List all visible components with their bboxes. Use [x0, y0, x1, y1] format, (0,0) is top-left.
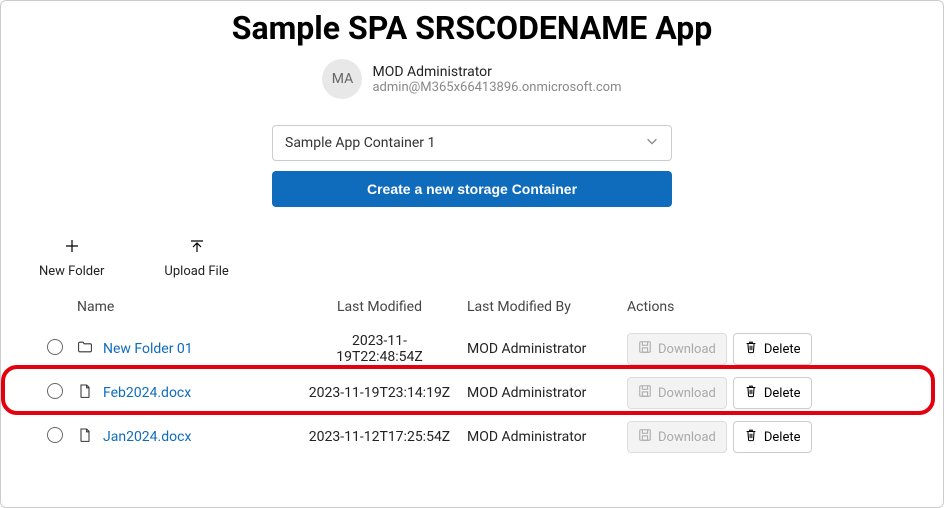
col-actions: Actions	[627, 298, 927, 327]
save-icon	[638, 340, 652, 358]
trash-icon	[744, 340, 758, 358]
delete-button[interactable]: Delete	[733, 421, 812, 453]
file-table: Name Last Modified Last Modified By Acti…	[17, 298, 927, 459]
item-name-link[interactable]: Feb2024.docx	[103, 385, 191, 401]
container-select-value: Sample App Container 1	[285, 135, 435, 151]
delete-label: Delete	[764, 430, 801, 445]
row-select-radio[interactable]	[47, 427, 63, 443]
user-email: admin@M365x66413896.onmicrosoft.com	[372, 80, 621, 95]
save-icon	[638, 384, 652, 402]
download-label: Download	[658, 430, 716, 445]
table-row: Feb2024.docx 2023-11-19T23:14:19ZMOD Admi…	[17, 371, 927, 415]
delete-button[interactable]: Delete	[733, 377, 812, 409]
last-modified-by-cell: MOD Administrator	[467, 371, 627, 415]
last-modified-cell: 2023-11-19T23:14:19Z	[292, 371, 467, 415]
table-row: Jan2024.docx 2023-11-12T17:25:54ZMOD Admi…	[17, 415, 927, 459]
user-info-row: MA MOD Administrator admin@M365x66413896…	[1, 59, 943, 99]
file-icon	[77, 427, 93, 447]
container-select[interactable]: Sample App Container 1	[272, 125, 672, 161]
trash-icon	[744, 384, 758, 402]
folder-icon	[77, 339, 93, 359]
new-folder-label: New Folder	[39, 264, 104, 279]
table-row: New Folder 01 2023-11-19T22:48:54ZMOD Adm…	[17, 327, 927, 371]
item-name-link[interactable]: New Folder 01	[103, 341, 193, 357]
trash-icon	[744, 428, 758, 446]
download-button: Download	[627, 333, 727, 365]
chevron-down-icon	[645, 134, 659, 152]
download-button: Download	[627, 421, 727, 453]
row-select-radio[interactable]	[47, 383, 63, 399]
upload-file-button[interactable]: Upload File	[158, 237, 234, 280]
col-last-modified: Last Modified	[292, 298, 467, 327]
avatar: MA	[322, 59, 362, 99]
plus-icon	[64, 238, 80, 258]
delete-label: Delete	[764, 386, 801, 401]
col-last-modified-by: Last Modified By	[467, 298, 627, 327]
file-icon	[77, 383, 93, 403]
delete-label: Delete	[764, 342, 801, 357]
download-button: Download	[627, 377, 727, 409]
upload-icon	[189, 238, 205, 258]
new-folder-button[interactable]: New Folder	[33, 237, 110, 280]
user-display-name: MOD Administrator	[372, 64, 621, 80]
last-modified-by-cell: MOD Administrator	[467, 415, 627, 459]
page-title: Sample SPA SRSCODENAME App	[1, 9, 943, 47]
item-name-link[interactable]: Jan2024.docx	[103, 429, 191, 445]
create-container-button[interactable]: Create a new storage Container	[272, 171, 672, 207]
last-modified-by-cell: MOD Administrator	[467, 327, 627, 371]
download-label: Download	[658, 342, 716, 357]
last-modified-cell: 2023-11-12T17:25:54Z	[292, 415, 467, 459]
upload-file-label: Upload File	[164, 264, 228, 279]
row-select-radio[interactable]	[47, 339, 63, 355]
col-name: Name	[77, 298, 292, 327]
last-modified-cell: 2023-11-19T22:48:54Z	[292, 327, 467, 371]
delete-button[interactable]: Delete	[733, 333, 812, 365]
save-icon	[638, 428, 652, 446]
download-label: Download	[658, 386, 716, 401]
